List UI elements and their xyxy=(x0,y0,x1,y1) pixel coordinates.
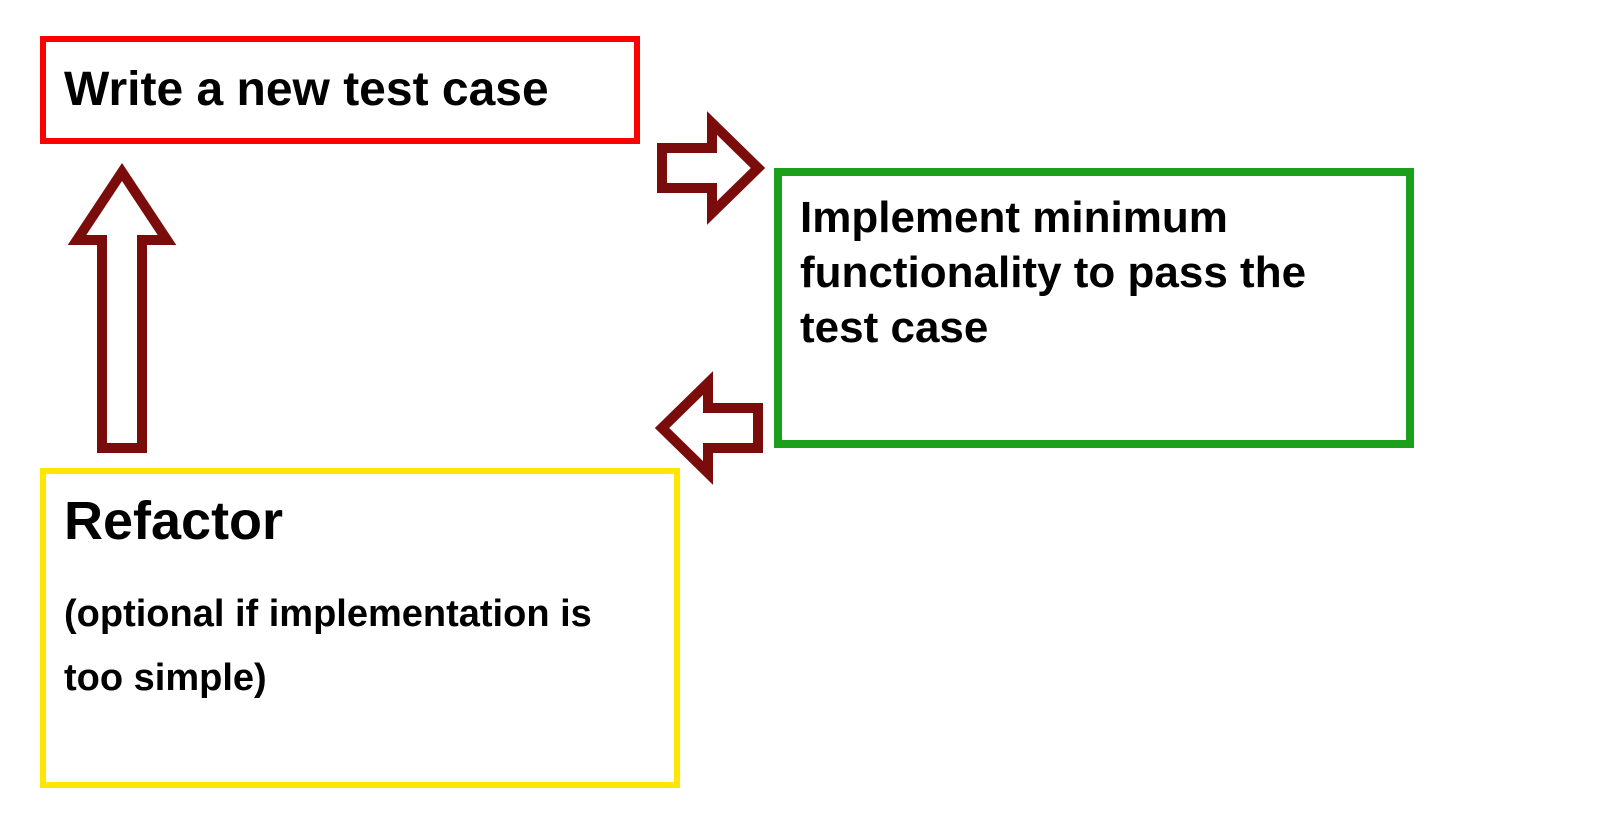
box-write-test-label: Write a new test case xyxy=(64,60,549,120)
box-write-test: Write a new test case xyxy=(40,36,640,144)
box-implement: Implement minimum functionality to pass … xyxy=(774,168,1414,448)
box-refactor: Refactor (optional if implementation is … xyxy=(40,468,680,788)
arrow-right-icon xyxy=(650,108,770,228)
box-implement-label: Implement minimum functionality to pass … xyxy=(800,193,1306,352)
box-refactor-sub: (optional if implementation is too simpl… xyxy=(64,582,656,711)
box-refactor-title: Refactor xyxy=(64,488,656,556)
arrow-up-icon xyxy=(62,160,182,460)
arrow-left-icon xyxy=(650,368,770,488)
tdd-cycle-diagram: Write a new test case Implement minimum … xyxy=(0,0,1600,840)
